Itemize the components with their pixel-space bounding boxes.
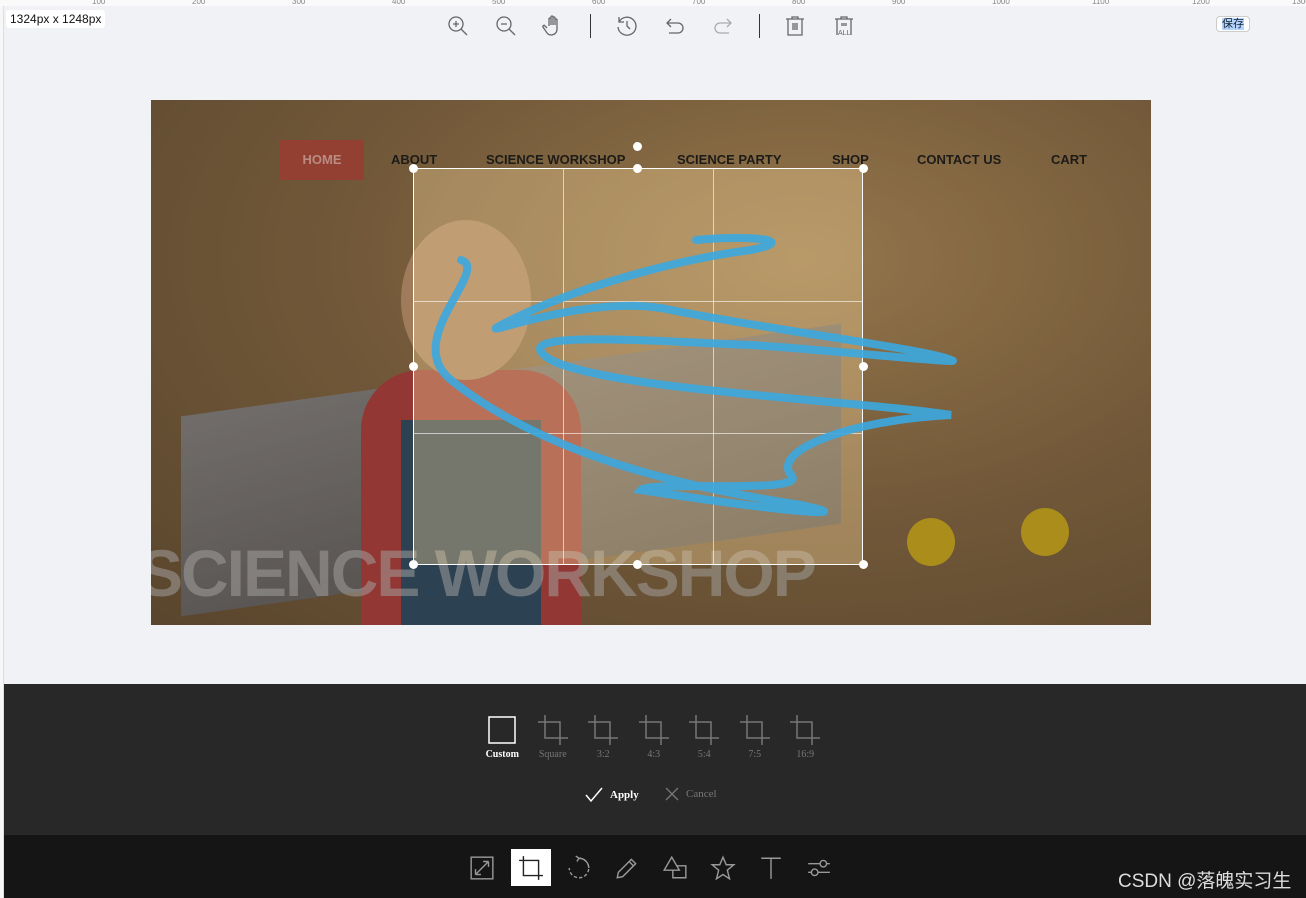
ruler-tick: 100 (92, 0, 106, 6)
crop-icon[interactable] (511, 849, 551, 886)
filter-sliders-icon[interactable] (799, 849, 839, 886)
crop-handle[interactable] (859, 164, 868, 173)
crop-handle[interactable] (633, 560, 642, 569)
preset-label: 3:2 (596, 749, 610, 760)
delete-all-icon[interactable]: ALL (831, 12, 857, 40)
crop-preset-4-3[interactable]: 4:3 (629, 714, 680, 760)
ruler-tick: 200 (192, 0, 206, 6)
crop-handle[interactable] (409, 362, 418, 371)
delete-icon[interactable] (782, 12, 808, 40)
zoom-in-icon[interactable] (445, 12, 471, 40)
ruler-tick: 1100 (1092, 0, 1110, 6)
crop-icon (790, 715, 821, 745)
ruler-tick: 500 (492, 0, 506, 6)
crop-icon (588, 715, 619, 745)
rotate-icon[interactable] (559, 849, 599, 886)
zoom-out-icon[interactable] (493, 12, 519, 40)
preset-label: 5:4 (697, 749, 711, 760)
svg-text:ALL: ALL (838, 30, 851, 37)
crop-handle[interactable] (859, 362, 868, 371)
crop-icon (537, 715, 568, 745)
apply-button[interactable]: Apply (584, 786, 639, 804)
crop-handle[interactable] (409, 164, 418, 173)
crop-presets: Custom Square 3:2 4:3 5:4 7:5 16:9 (477, 714, 831, 760)
ruler-tick: 800 (792, 0, 806, 6)
crop-preset-7-5[interactable]: 7:5 (730, 714, 781, 760)
undo-icon[interactable] (662, 12, 688, 40)
preset-label: 16:9 (796, 749, 815, 760)
crop-icon (739, 715, 770, 745)
hand-pan-icon[interactable] (541, 12, 567, 40)
crop-preset-custom[interactable]: Custom (477, 714, 528, 760)
crop-rotate-handle[interactable] (633, 142, 642, 151)
ruler-tick: 400 (392, 0, 406, 6)
crop-icon (638, 715, 669, 745)
save-button[interactable]: 保存 (1216, 16, 1250, 32)
ruler-tick: 900 (892, 0, 906, 6)
ruler-tick: 300 (292, 0, 306, 6)
star-icon[interactable] (703, 849, 743, 886)
crop-preset-square[interactable]: Square (528, 714, 579, 760)
crop-preset-3-2[interactable]: 3:2 (578, 714, 629, 760)
resize-icon[interactable] (462, 849, 502, 886)
redo-icon[interactable] (710, 12, 736, 40)
ruler-tick: 700 (692, 0, 706, 6)
image-canvas[interactable]: HOME ABOUT SCIENCE WORKSHOP SCIENCE PART… (151, 100, 1151, 625)
ruler-tick: 1000 (992, 0, 1010, 6)
crop-handle[interactable] (859, 560, 868, 569)
top-toolbar: ALL (0, 12, 1306, 42)
crop-handle[interactable] (633, 164, 642, 173)
text-icon[interactable] (751, 849, 791, 886)
preset-label: 4:3 (647, 749, 661, 760)
crop-icon (689, 715, 720, 745)
square-icon (488, 716, 516, 744)
ruler-tick: 1300 (1292, 0, 1306, 6)
check-icon (585, 787, 603, 803)
cancel-button[interactable]: Cancel (664, 786, 717, 802)
draw-pencil-icon[interactable] (607, 849, 647, 886)
close-icon (665, 787, 679, 801)
cancel-label: Cancel (686, 788, 717, 800)
history-icon[interactable] (614, 12, 640, 40)
preset-label: Custom (485, 749, 519, 760)
preset-label: Square (538, 749, 567, 760)
horizontal-ruler: 100 200 300 400 500 600 700 800 900 1000 1100 1200 1… (0, 0, 1306, 6)
blue-scribble-drawing (431, 234, 957, 517)
crop-preset-16-9[interactable]: 16:9 (780, 714, 831, 760)
ruler-tick: 1200 (1192, 0, 1210, 6)
crop-handle[interactable] (409, 560, 418, 569)
shape-icon[interactable] (655, 849, 695, 886)
preset-label: 7:5 (748, 749, 762, 760)
crop-preset-5-4[interactable]: 5:4 (679, 714, 730, 760)
ruler-tick: 600 (592, 0, 606, 6)
apply-label: Apply (610, 789, 639, 801)
watermark: CSDN @落魄实习生 (1118, 871, 1292, 892)
